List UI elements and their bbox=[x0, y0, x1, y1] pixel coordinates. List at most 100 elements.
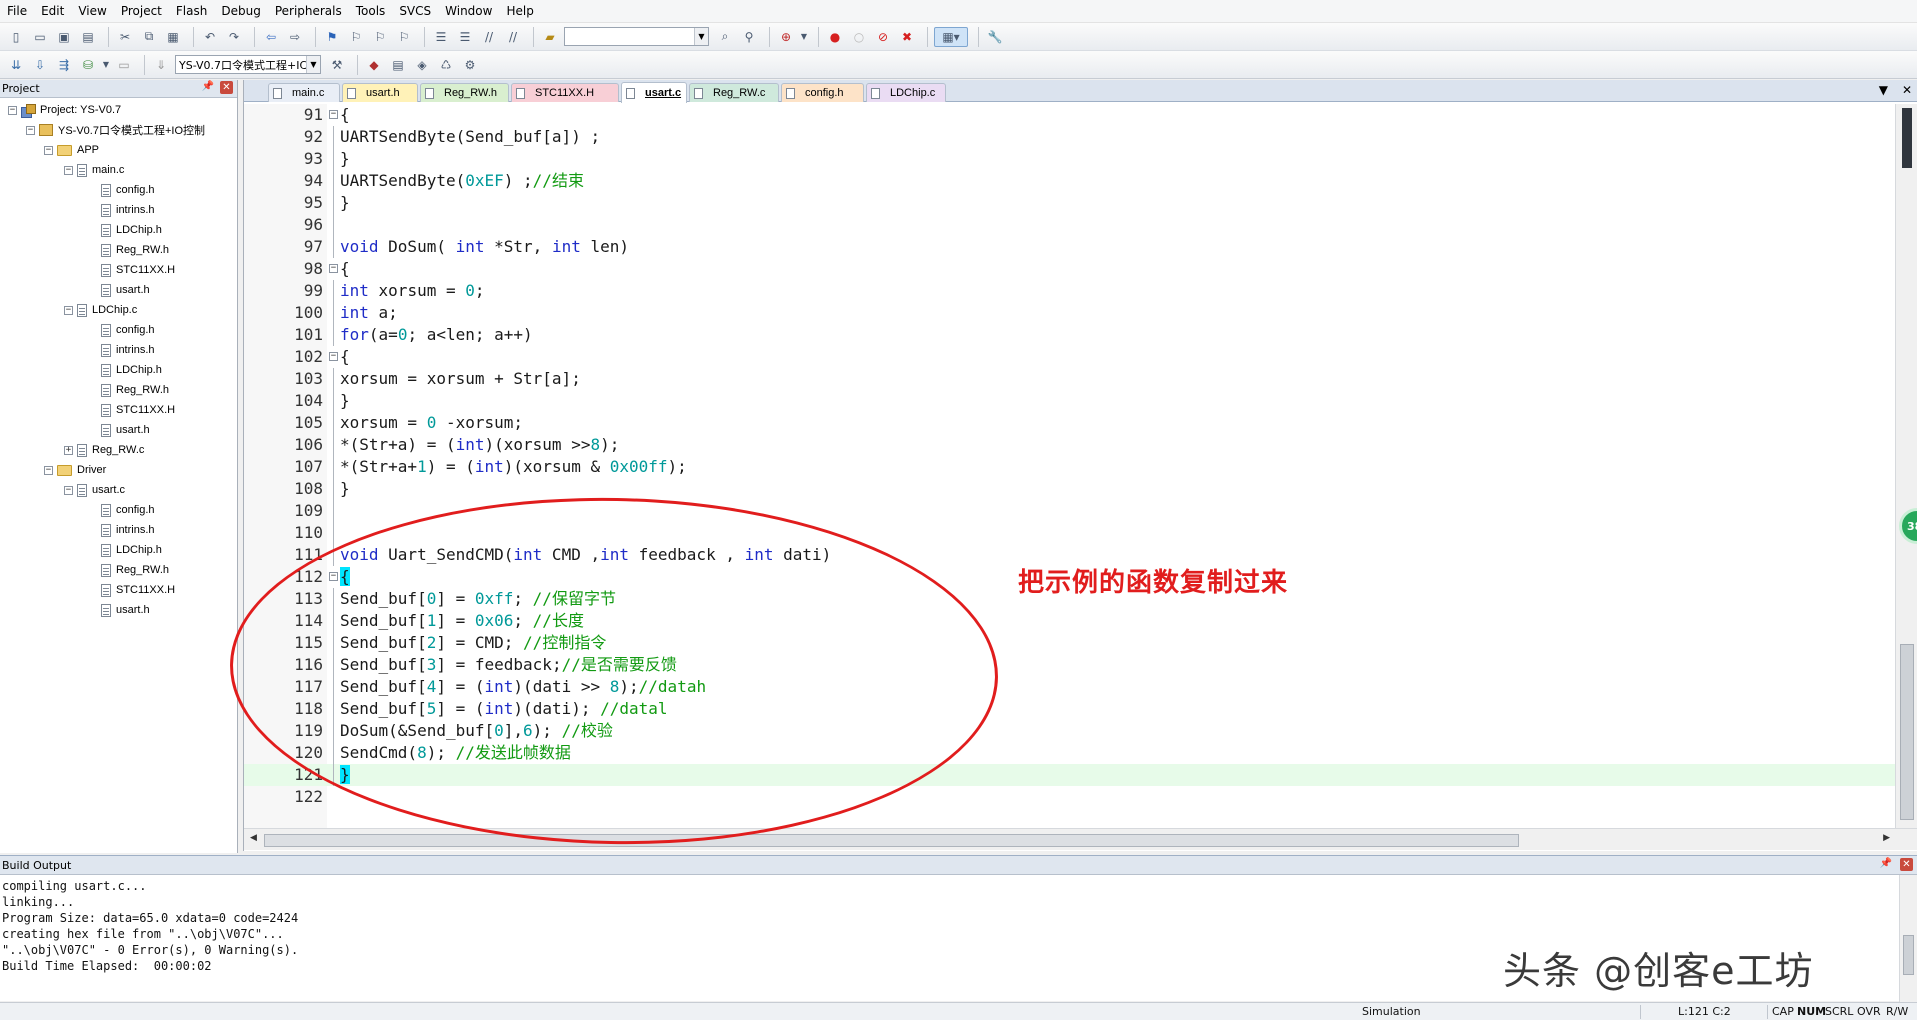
tree-item[interactable]: − LDChip.c bbox=[64, 300, 137, 320]
editor-tab[interactable]: main.c bbox=[268, 83, 340, 102]
find-icon[interactable]: ⌕ bbox=[715, 27, 735, 47]
code-line[interactable]: 119 DoSum(&Send_buf[0],6); //校验 bbox=[244, 720, 1895, 742]
tree-item[interactable]: + Reg_RW.c bbox=[64, 440, 144, 460]
menu-help[interactable]: Help bbox=[499, 0, 540, 23]
target-select[interactable]: YS-V0.7口令模式工程+IC ▼ bbox=[175, 55, 321, 74]
window-layout-icon[interactable]: ▦▾ bbox=[934, 26, 968, 47]
code-line[interactable]: 108} bbox=[244, 478, 1895, 500]
translate-icon[interactable]: ⇊ bbox=[6, 55, 26, 75]
editor-tab[interactable]: usart.h bbox=[342, 83, 418, 102]
tree-item[interactable]: usart.h bbox=[88, 600, 150, 620]
breakpoint-icon[interactable]: ● bbox=[825, 27, 845, 47]
code-line[interactable]: 122 bbox=[244, 786, 1895, 808]
code-line[interactable]: 117 Send_buf[4] = (int)(dati >> 8);//data… bbox=[244, 676, 1895, 698]
tree-item[interactable]: intrins.h bbox=[88, 340, 155, 360]
chevron-down-icon[interactable]: ▼ bbox=[102, 55, 110, 75]
tree-item[interactable]: LDChip.h bbox=[88, 220, 162, 240]
close-icon[interactable]: ✕ bbox=[220, 81, 233, 94]
tree-item[interactable]: Reg_RW.h bbox=[88, 240, 169, 260]
code-line[interactable]: 120 SendCmd(8); //发送此帧数据 bbox=[244, 742, 1895, 764]
menu-window[interactable]: Window bbox=[438, 0, 499, 23]
pin-icon[interactable]: 📌 bbox=[202, 81, 214, 94]
tree-item[interactable]: Reg_RW.h bbox=[88, 380, 169, 400]
code-line[interactable]: 105 xorsum = 0 -xorsum; bbox=[244, 412, 1895, 434]
collapse-icon[interactable]: − bbox=[44, 145, 53, 155]
code-line[interactable]: 99 int xorsum = 0; bbox=[244, 280, 1895, 302]
navigate-forward-icon[interactable]: ⇨ bbox=[285, 27, 305, 47]
tree-item[interactable]: STC11XX.H bbox=[88, 400, 175, 420]
tree-item[interactable]: − YS-V0.7口令模式工程+IO控制 bbox=[26, 120, 205, 140]
collapse-icon[interactable]: − bbox=[329, 352, 338, 361]
kill-breakpoints-icon[interactable]: ✖ bbox=[897, 27, 917, 47]
code-line[interactable]: 98−{ bbox=[244, 258, 1895, 280]
editor-tab[interactable]: LDChip.c bbox=[866, 83, 946, 102]
code-line[interactable]: 118 Send_buf[5] = (int)(dati); //datal bbox=[244, 698, 1895, 720]
menu-edit[interactable]: Edit bbox=[34, 0, 71, 23]
code-line[interactable]: 110 bbox=[244, 522, 1895, 544]
pin-icon[interactable]: 📌 bbox=[1880, 858, 1892, 871]
menu-debug[interactable]: Debug bbox=[214, 0, 267, 23]
disable-all-breakpoints-icon[interactable]: ⊘ bbox=[873, 27, 893, 47]
paste-icon[interactable]: ▦ bbox=[163, 27, 183, 47]
expand-icon[interactable]: + bbox=[64, 445, 73, 455]
rebuild-icon[interactable]: ⇶ bbox=[54, 55, 74, 75]
editor-tab[interactable]: STC11XX.H bbox=[511, 83, 619, 102]
tree-item[interactable]: config.h bbox=[88, 180, 155, 200]
menu-file[interactable]: File bbox=[0, 0, 34, 23]
menu-flash[interactable]: Flash bbox=[169, 0, 214, 23]
copy-icon[interactable]: ⧉ bbox=[139, 27, 159, 47]
code-line[interactable]: 92 UARTSendByte(Send_buf[a]) ; bbox=[244, 126, 1895, 148]
tree-item[interactable]: LDChip.h bbox=[88, 540, 162, 560]
code-line[interactable]: 106 *(Str+a) = (int)(xorsum >>8); bbox=[244, 434, 1895, 456]
editor-horizontal-scrollbar[interactable]: ◀ ▶ bbox=[244, 828, 1917, 850]
menu-svcs[interactable]: SVCS bbox=[392, 0, 438, 23]
code-line[interactable]: 121} bbox=[244, 764, 1895, 786]
stop-build-icon[interactable]: ▭ bbox=[114, 55, 134, 75]
menu-view[interactable]: View bbox=[71, 0, 113, 23]
tree-item[interactable]: config.h bbox=[88, 500, 155, 520]
save-icon[interactable]: ▣ bbox=[54, 27, 74, 47]
target-options-icon[interactable]: ⚒ bbox=[327, 55, 347, 75]
undo-icon[interactable]: ↶ bbox=[200, 27, 220, 47]
code-line[interactable]: 116 Send_buf[3] = feedback;//是否需要反馈 bbox=[244, 654, 1895, 676]
editor-tab[interactable]: config.h bbox=[781, 83, 864, 102]
chevron-down-icon[interactable]: ▼ bbox=[694, 28, 708, 45]
collapse-icon[interactable]: − bbox=[64, 485, 73, 495]
navigate-back-icon[interactable]: ⇦ bbox=[261, 27, 281, 47]
unindent-icon[interactable]: ☰ bbox=[455, 27, 475, 47]
manage-multi-project-icon[interactable]: ⚙ bbox=[460, 55, 480, 75]
code-line[interactable]: 104} bbox=[244, 390, 1895, 412]
code-line[interactable]: 107 *(Str+a+1) = (int)(xorsum & 0x00ff); bbox=[244, 456, 1895, 478]
menu-peripherals[interactable]: Peripherals bbox=[268, 0, 349, 23]
code-line[interactable]: 100 int a; bbox=[244, 302, 1895, 324]
open-file-icon[interactable]: ▭ bbox=[30, 27, 50, 47]
close-icon[interactable]: ✕ bbox=[1900, 858, 1913, 871]
scrollbar-thumb[interactable] bbox=[264, 834, 1519, 847]
code-editor[interactable]: 91−{92 UARTSendByte(Send_buf[a]) ; 93} 94 UA… bbox=[244, 104, 1895, 828]
tree-item[interactable]: − usart.c bbox=[64, 480, 125, 500]
bookmark-icon[interactable]: ⚑ bbox=[322, 27, 342, 47]
collapse-icon[interactable]: − bbox=[8, 105, 17, 115]
manage-project-items-icon[interactable]: ▤ bbox=[388, 55, 408, 75]
build-output-scrollbar[interactable] bbox=[1899, 875, 1917, 1002]
tree-item[interactable]: config.h bbox=[88, 320, 155, 340]
tree-item[interactable]: − APP bbox=[44, 140, 99, 160]
incremental-find-icon[interactable]: ⚲ bbox=[739, 27, 759, 47]
collapse-icon[interactable]: − bbox=[26, 125, 35, 135]
tree-item[interactable]: − Project: YS-V0.7 bbox=[8, 100, 121, 120]
tree-item[interactable]: STC11XX.H bbox=[88, 260, 175, 280]
tree-item[interactable]: STC11XX.H bbox=[88, 580, 175, 600]
disable-breakpoint-icon[interactable]: ○ bbox=[849, 27, 869, 47]
editor-tab[interactable]: Reg_RW.c bbox=[689, 83, 779, 102]
scrollbar-thumb[interactable] bbox=[1903, 935, 1914, 975]
code-line[interactable]: 102−{ bbox=[244, 346, 1895, 368]
collapse-icon[interactable]: − bbox=[64, 305, 73, 315]
code-line[interactable]: 114 Send_buf[1] = 0x06; //长度 bbox=[244, 610, 1895, 632]
tree-item[interactable]: usart.h bbox=[88, 420, 150, 440]
scrollbar-thumb[interactable] bbox=[1900, 644, 1914, 820]
editor-vertical-scrollbar[interactable] bbox=[1895, 104, 1917, 828]
select-packs-icon[interactable]: ◈ bbox=[412, 55, 432, 75]
code-line[interactable]: 91−{ bbox=[244, 104, 1895, 126]
collapse-icon[interactable]: − bbox=[44, 465, 53, 475]
indent-icon[interactable]: ☰ bbox=[431, 27, 451, 47]
